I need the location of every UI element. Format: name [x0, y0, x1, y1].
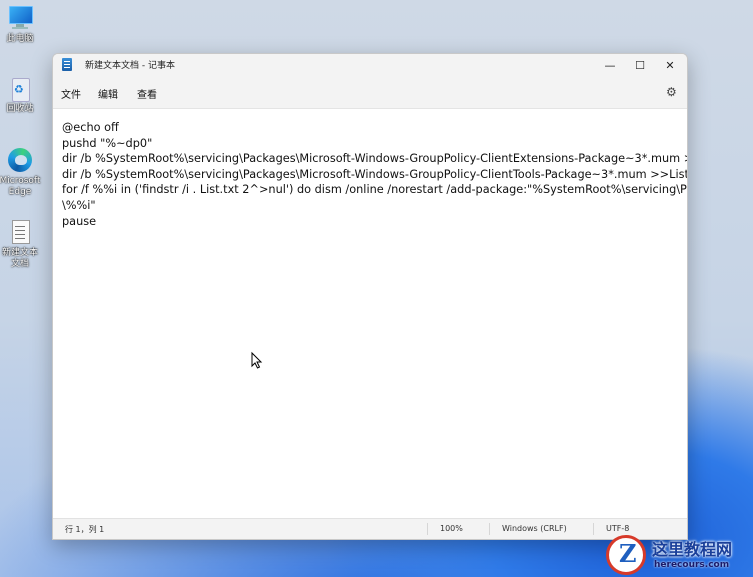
- text-editor[interactable]: @echo off pushd "%~dp0" dir /b %SystemRo…: [53, 109, 687, 519]
- window-title: 新建文本文档 - 记事本: [85, 61, 175, 71]
- edge-icon: [6, 146, 34, 174]
- desktop-icon-label: 此电脑: [6, 34, 34, 44]
- menu-file[interactable]: 文件: [61, 86, 81, 101]
- status-line-ending: Windows (CRLF): [502, 524, 567, 533]
- minimize-button[interactable]: —: [595, 54, 625, 76]
- recycle-bin-icon: ♻: [6, 74, 34, 102]
- desktop-icon-text-file[interactable]: 新建文本文档: [0, 218, 40, 270]
- watermark-letter: Z: [619, 539, 637, 568]
- close-button[interactable]: ✕: [655, 54, 685, 76]
- title-bar[interactable]: 新建文本文档 - 记事本 — ☐ ✕: [53, 54, 687, 76]
- notepad-window: 新建文本文档 - 记事本 — ☐ ✕ 文件 编辑 查看 ⚙ @echo off …: [52, 53, 688, 540]
- mouse-cursor-icon: [251, 351, 263, 369]
- editor-content[interactable]: @echo off pushd "%~dp0" dir /b %SystemRo…: [62, 120, 687, 229]
- watermark-url: herecours.com: [654, 560, 730, 570]
- desktop-icon-label: 回收站: [6, 104, 34, 114]
- desktop-icon-recycle-bin[interactable]: ♻ 回收站: [0, 74, 40, 115]
- settings-icon[interactable]: ⚙: [666, 85, 677, 99]
- desktop-icon-this-pc[interactable]: 此电脑: [0, 4, 40, 45]
- status-cursor-position: 行 1，列 1: [65, 525, 105, 534]
- menu-bar: 文件 编辑 查看 ⚙: [53, 76, 687, 109]
- close-icon: ✕: [665, 58, 675, 72]
- status-zoom: 100%: [440, 524, 463, 533]
- desktop-icon-edge[interactable]: Microsoft Edge: [0, 146, 40, 198]
- minimize-icon: —: [604, 58, 616, 72]
- desktop-icon-label: Microsoft Edge: [0, 176, 41, 197]
- maximize-icon: ☐: [635, 58, 645, 72]
- watermark-name: 这里教程网: [652, 540, 733, 559]
- menu-view[interactable]: 查看: [137, 86, 157, 101]
- notepad-app-icon: [62, 58, 72, 71]
- watermark-logo: Z 这里教程网 herecours.com: [594, 532, 753, 577]
- text-file-icon: [6, 218, 34, 246]
- maximize-button[interactable]: ☐: [625, 54, 655, 76]
- desktop-icon-label: 新建文本文档: [1, 248, 38, 269]
- computer-icon: [6, 4, 34, 32]
- menu-edit[interactable]: 编辑: [98, 86, 118, 101]
- status-bar: 行 1，列 1 100% Windows (CRLF) UTF-8: [53, 518, 687, 539]
